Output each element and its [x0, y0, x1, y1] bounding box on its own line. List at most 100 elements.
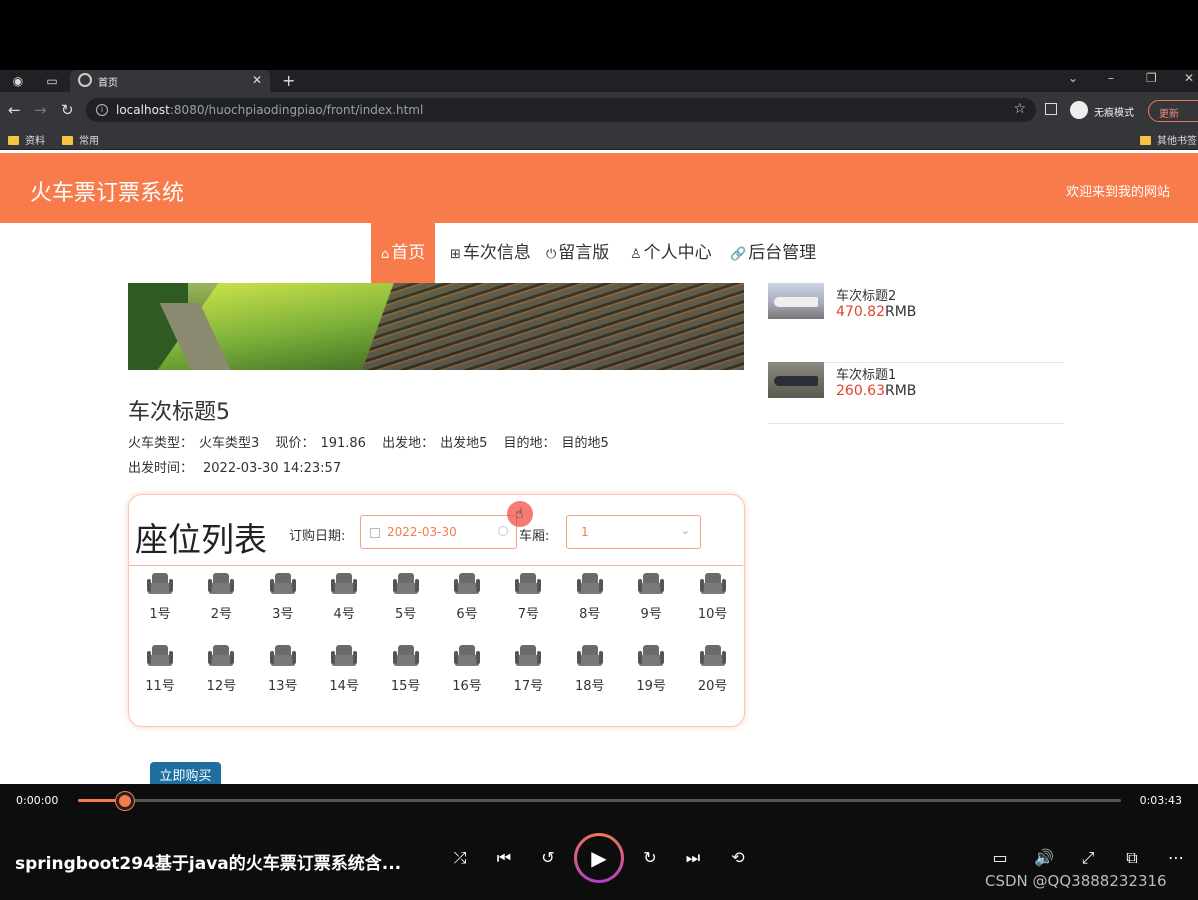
seat-3[interactable]: 3号: [258, 573, 308, 633]
seat-10[interactable]: 10号: [688, 573, 738, 633]
buy-now-button[interactable]: 立即购买: [150, 762, 221, 784]
seat-14[interactable]: 14号: [319, 645, 369, 705]
seat-8[interactable]: 8号: [565, 573, 615, 633]
nav-admin[interactable]: 🔗 后台管理: [720, 223, 826, 283]
seat-2[interactable]: 2号: [196, 573, 246, 633]
date-picker[interactable]: 2022-03-30: [360, 515, 517, 549]
bookmarks-bar: 资料 常用 其他书签: [0, 128, 1198, 150]
seat-label: 20号: [697, 679, 728, 694]
video-player-bar: 0:00:00 0:03:43 springboot294基于java的火车票订…: [0, 784, 1198, 900]
loop-icon[interactable]: ⟲: [726, 848, 750, 867]
url-text: localhost:8080/huochpiaodingpiao/front/i…: [116, 103, 424, 117]
seat-icon: [208, 645, 235, 667]
rewind-icon[interactable]: ↺: [536, 848, 560, 867]
seat-6[interactable]: 6号: [442, 573, 492, 633]
seat-4[interactable]: 4号: [319, 573, 369, 633]
car-select[interactable]: 1 ⌄: [566, 515, 701, 549]
side-train-item[interactable]: 车次标题2 470.82RMB: [768, 283, 1064, 363]
side-train-item[interactable]: 车次标题1 260.63RMB: [768, 362, 1064, 424]
seat-panel: 座位列表 订购日期: 2022-03-30 车厢: 1 ⌄ 1号 2号 3号 4号 5号…: [128, 494, 745, 727]
shuffle-icon[interactable]: ⤮: [448, 848, 472, 868]
seat-15[interactable]: 15号: [381, 645, 431, 705]
seat-icon: [269, 573, 296, 595]
calendar-icon: [370, 528, 380, 538]
back-icon[interactable]: ←: [8, 101, 21, 119]
seat-label: 2号: [210, 607, 233, 622]
other-bookmarks[interactable]: 其他书签: [1140, 132, 1197, 147]
seat-label: 6号: [456, 607, 478, 622]
restore-icon[interactable]: ❐: [1146, 71, 1157, 85]
seat-1[interactable]: 1号: [135, 573, 185, 633]
bookmark-item[interactable]: 常用: [62, 132, 99, 147]
info-icon[interactable]: i: [96, 104, 108, 116]
clear-icon[interactable]: [498, 526, 508, 536]
seat-icon: [392, 645, 419, 667]
forward-icon[interactable]: →: [34, 101, 47, 119]
seat-16[interactable]: 16号: [442, 645, 492, 705]
seat-18[interactable]: 18号: [565, 645, 615, 705]
seat-12[interactable]: 12号: [196, 645, 246, 705]
subtitles-icon[interactable]: ▭: [988, 848, 1012, 867]
seat-11[interactable]: 11号: [135, 645, 185, 705]
seat-label: 4号: [333, 607, 355, 622]
tab-title: 首页: [98, 78, 118, 89]
seat-icon: [638, 645, 665, 667]
site-header: 火车票订票系统 欢迎来到我的网站: [0, 153, 1198, 223]
progress-track[interactable]: [78, 799, 1121, 802]
tab-list-icon[interactable]: ▭: [44, 73, 60, 89]
seat-label: 7号: [517, 607, 540, 622]
reload-icon[interactable]: ↻: [61, 101, 74, 119]
globe-icon[interactable]: ◉: [10, 73, 26, 89]
seat-17[interactable]: 17号: [503, 645, 553, 705]
bookmark-item[interactable]: 资料: [8, 132, 45, 147]
new-tab-icon[interactable]: +: [282, 71, 295, 90]
progress-knob[interactable]: [115, 792, 134, 810]
seat-icon: [515, 645, 542, 667]
nav-home[interactable]: ⌂ 首页: [371, 223, 436, 283]
play-icon: ▶: [577, 836, 621, 880]
seat-19[interactable]: 19号: [626, 645, 676, 705]
seat-icon: [699, 645, 726, 667]
seat-label: 16号: [452, 679, 482, 694]
nav-user-center[interactable]: ♙ 个人中心: [620, 223, 722, 283]
fullscreen-icon[interactable]: ⤢: [1076, 848, 1100, 868]
seat-icon: [638, 573, 665, 595]
seat-icon: [208, 573, 235, 595]
side-panel-icon[interactable]: [1045, 103, 1057, 115]
folder-icon: [8, 136, 19, 145]
star-icon[interactable]: ☆: [1013, 101, 1026, 117]
current-time: 0:00:00: [16, 794, 59, 807]
nav-message-board[interactable]: ⏻ 留言版: [536, 223, 619, 283]
seat-20[interactable]: 20号: [688, 645, 738, 705]
seat-13[interactable]: 13号: [258, 645, 308, 705]
update-button[interactable]: 更新: [1148, 100, 1198, 122]
train-thumbnail: [768, 362, 824, 398]
play-button[interactable]: ▶: [574, 833, 624, 883]
more-icon[interactable]: ⋯: [1164, 848, 1188, 867]
main-nav: ⌂ 首页 ⊞ 车次信息 ⏻ 留言版 ♙ 个人中心 🔗 后台管理: [0, 223, 1198, 283]
chevron-down-icon[interactable]: ⌄: [1068, 71, 1078, 85]
browser-tab[interactable]: 首页 ✕: [70, 70, 270, 92]
side-train-price: 470.82RMB: [836, 304, 917, 320]
next-icon[interactable]: ⏭: [681, 848, 705, 868]
previous-icon[interactable]: ⏮: [492, 848, 516, 868]
address-bar[interactable]: i localhost:8080/huochpiaodingpiao/front…: [86, 98, 1036, 122]
browser-tab-bar: ◉ ▭ 首页 ✕ + ⌄ – ❐ ✕: [0, 70, 1198, 92]
incognito-icon[interactable]: [1070, 101, 1088, 119]
seat-icon: [454, 645, 480, 667]
nav-train-info[interactable]: ⊞ 车次信息: [440, 223, 541, 283]
power-icon: ⏻: [546, 247, 557, 262]
close-window-icon[interactable]: ✕: [1184, 71, 1194, 85]
volume-icon[interactable]: 🔊: [1032, 848, 1056, 867]
seat-icon: [147, 645, 173, 667]
close-icon[interactable]: ✕: [252, 73, 262, 87]
seat-5[interactable]: 5号: [381, 573, 431, 633]
forward-30-icon[interactable]: ↻: [638, 848, 662, 867]
seat-label: 14号: [329, 679, 359, 694]
seat-7[interactable]: 7号: [503, 573, 553, 633]
pip-icon[interactable]: ⧉: [1120, 848, 1144, 868]
seat-9[interactable]: 9号: [626, 573, 676, 633]
seat-label: 9号: [640, 607, 662, 622]
minimize-icon[interactable]: –: [1108, 71, 1114, 85]
seat-icon: [699, 573, 726, 595]
